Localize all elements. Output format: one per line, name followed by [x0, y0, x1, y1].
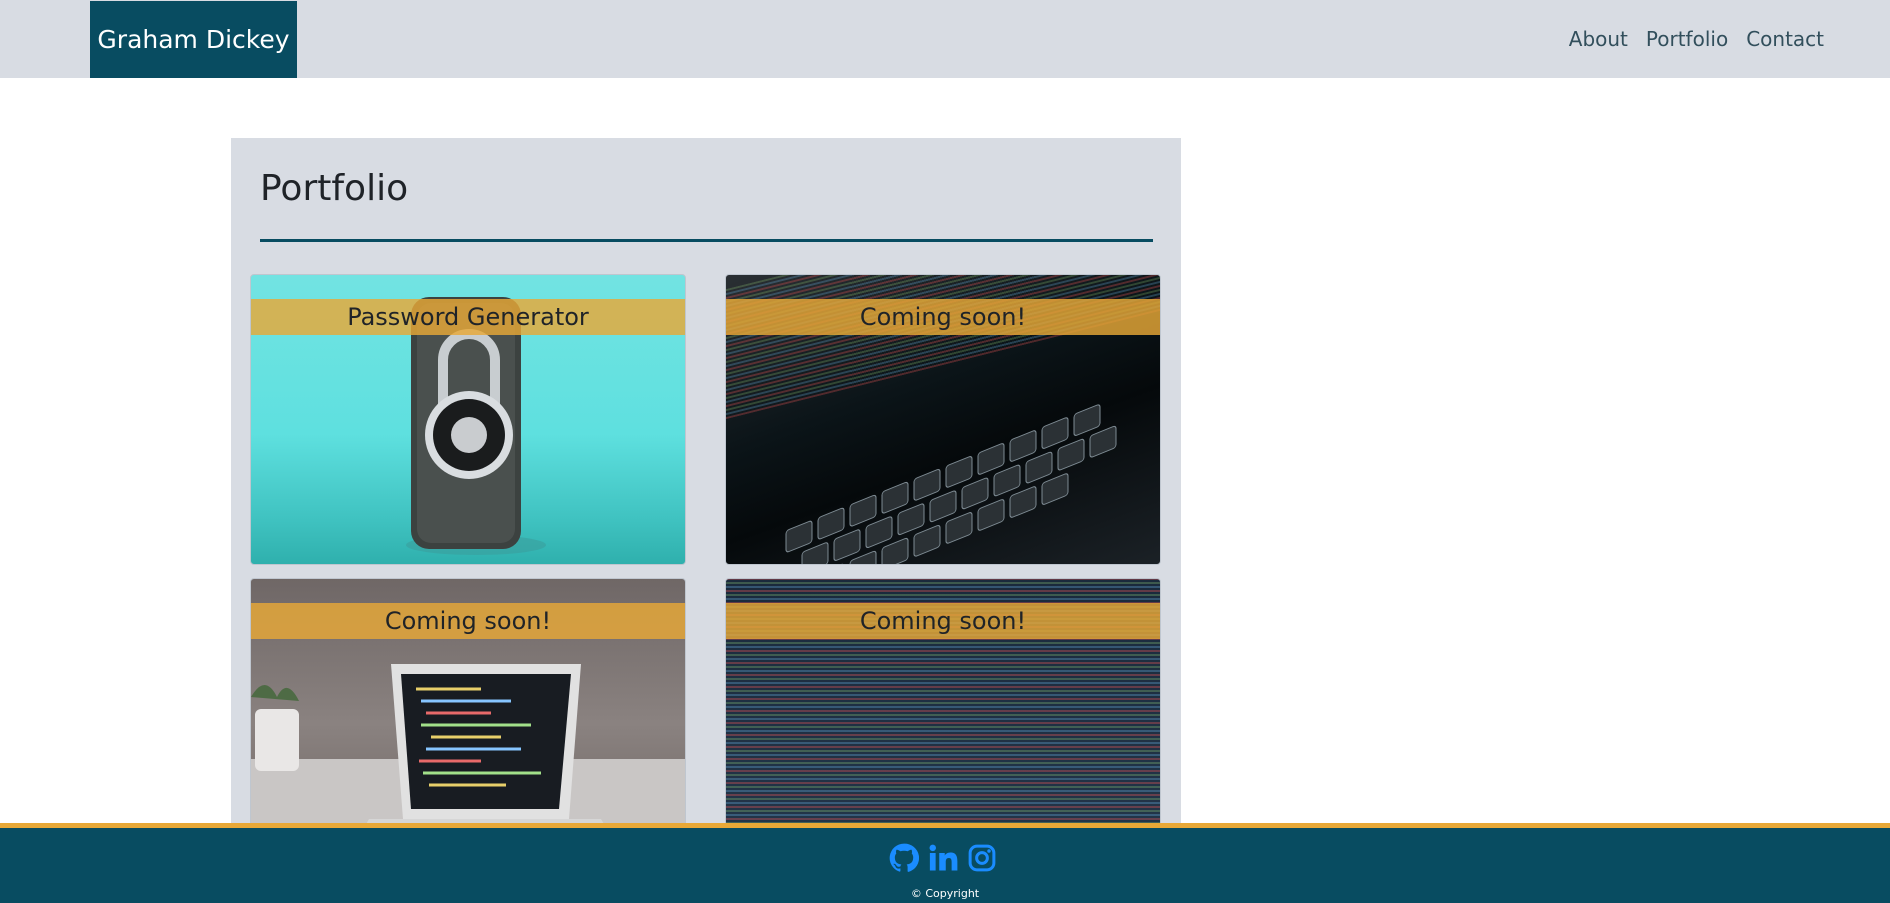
site-footer: © Copyright — [0, 828, 1890, 903]
card-title: Coming soon! — [251, 603, 685, 639]
copyright-text: © Copyright — [910, 887, 980, 900]
main-nav: About Portfolio Contact — [1569, 0, 1824, 78]
github-icon[interactable] — [889, 843, 920, 873]
site-header: Graham Dickey About Portfolio Contact — [0, 0, 1890, 78]
portfolio-card-password-generator[interactable]: Password Generator — [250, 274, 686, 565]
portfolio-card-2[interactable]: Coming soon! — [725, 274, 1161, 565]
card-title: Coming soon! — [726, 603, 1160, 639]
linkedin-icon[interactable] — [928, 843, 958, 873]
brand-link[interactable]: Graham Dickey — [90, 1, 297, 78]
nav-about-link[interactable]: About — [1569, 27, 1628, 51]
portfolio-title: Portfolio — [260, 168, 409, 209]
social-links — [889, 843, 997, 873]
portfolio-divider — [260, 239, 1153, 242]
nav-contact-link[interactable]: Contact — [1746, 27, 1824, 51]
card-title: Coming soon! — [726, 299, 1160, 335]
instagram-icon[interactable] — [967, 843, 997, 873]
card-title: Password Generator — [251, 299, 685, 335]
nav-portfolio-link[interactable]: Portfolio — [1646, 27, 1728, 51]
